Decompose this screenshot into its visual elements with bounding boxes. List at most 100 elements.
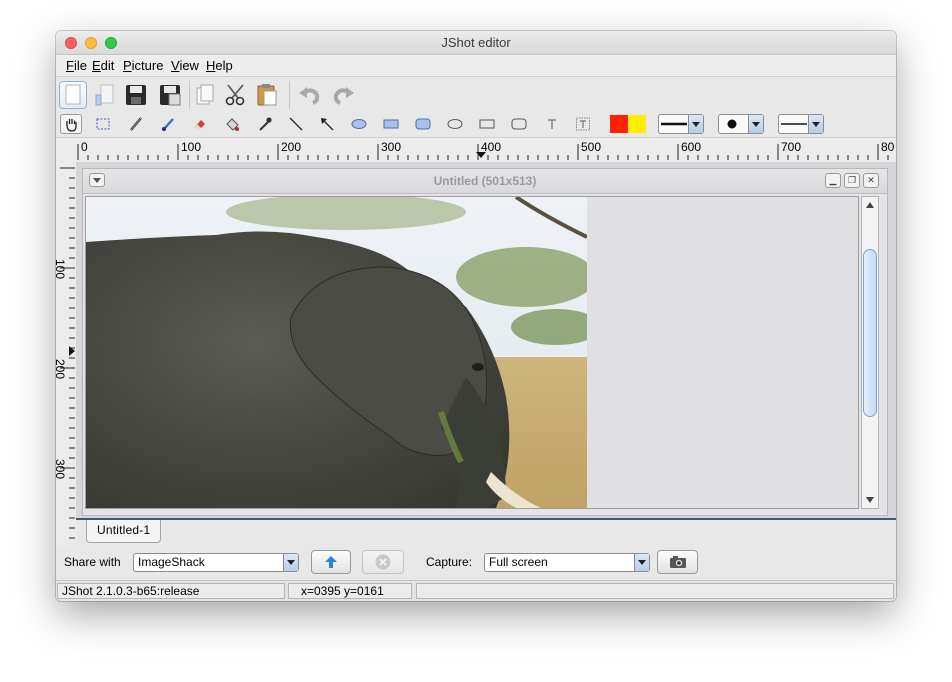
pencil-tool[interactable] (125, 114, 147, 134)
tab-untitled-1[interactable]: Untitled-1 (86, 520, 162, 543)
vertical-scrollbar[interactable] (861, 196, 879, 509)
copy-icon (196, 84, 214, 105)
main-toolbar (56, 77, 896, 111)
undo-button[interactable] (296, 81, 324, 109)
cut-button[interactable] (222, 81, 250, 109)
share-bar: Share with ImageShack Capture: Full scre… (56, 545, 896, 579)
share-with-label: Share with (64, 555, 121, 569)
eraser-tool[interactable] (189, 114, 211, 134)
share-service-value: ImageShack (138, 555, 205, 569)
rectangle-tool[interactable] (476, 114, 498, 134)
arrow-tool[interactable] (316, 114, 338, 134)
drawing-toolbar (56, 111, 896, 138)
jshot-window: JShot editor File Edit Picture View Help (56, 31, 896, 601)
rounded-rect-tool[interactable] (508, 114, 530, 134)
filled-ellipse-icon (351, 119, 367, 129)
text-box-tool[interactable] (572, 114, 594, 134)
line-style-combo[interactable] (778, 114, 824, 134)
document-tabs: Untitled-1 (76, 518, 896, 547)
menu-help[interactable]: Help (206, 58, 233, 73)
eraser-icon (195, 120, 205, 130)
ruler-label: 200 (281, 140, 302, 154)
title-bar: JShot editor (56, 31, 896, 55)
capture-mode-value: Full screen (489, 555, 548, 569)
capture-label: Capture: (426, 555, 473, 569)
new-document-button[interactable] (59, 81, 87, 109)
frame-restore-button[interactable]: ❐ (844, 173, 860, 188)
hand-tool[interactable] (60, 114, 82, 134)
ellipse-tool[interactable] (444, 114, 466, 134)
undo-icon (299, 87, 320, 105)
cancel-upload-button[interactable] (362, 550, 404, 574)
ruler-label: 80 (881, 140, 895, 154)
line-width-combo[interactable] (658, 114, 704, 134)
floppy-disk-icon (126, 85, 146, 105)
redo-button[interactable] (329, 81, 357, 109)
paint-bucket-icon (226, 118, 239, 131)
scroll-down-icon[interactable] (865, 495, 875, 505)
redo-icon (333, 87, 354, 105)
elephant-photo (86, 197, 587, 508)
ruler-label: 600 (681, 140, 702, 154)
clipboard-icon (257, 84, 277, 106)
ruler-label: 300 (381, 140, 402, 154)
menu-view[interactable]: View (171, 58, 199, 73)
copy-button[interactable] (192, 81, 220, 109)
upload-button[interactable] (311, 550, 351, 574)
menu-picture[interactable]: Picture (123, 58, 163, 73)
foreground-color-swatch[interactable] (610, 115, 628, 133)
upload-arrow-icon (325, 556, 337, 568)
menu-edit[interactable]: Edit (92, 58, 114, 73)
document-frame-titlebar: Untitled (501x513) ▁ ❐ ✕ (83, 169, 887, 194)
brush-tool[interactable] (157, 114, 179, 134)
ellipse-icon (447, 119, 463, 129)
save-as-icon (160, 85, 181, 106)
arrow-icon (321, 118, 334, 131)
ruler-label: 700 (781, 140, 802, 154)
filled-rounded-rect-icon (415, 118, 431, 130)
line-style-icon (781, 123, 807, 125)
save-as-button[interactable] (156, 81, 184, 109)
cursor-coordinates: x=0395 y=0161 (288, 583, 412, 599)
scroll-up-icon[interactable] (865, 200, 875, 210)
select-tool[interactable] (92, 114, 114, 134)
camera-icon (669, 556, 686, 568)
save-button[interactable] (122, 81, 150, 109)
paste-button[interactable] (253, 81, 281, 109)
ruler-label: 100 (181, 140, 202, 154)
version-status: JShot 2.1.0.3-b65:release (57, 583, 285, 599)
capture-mode-select[interactable]: Full screen (484, 553, 650, 572)
capture-button[interactable] (657, 550, 698, 574)
document-frame: Untitled (501x513) ▁ ❐ ✕ (82, 168, 888, 516)
scrollbar-thumb[interactable] (863, 249, 877, 417)
rounded-rect-icon (511, 118, 527, 130)
filled-ellipse-tool[interactable] (348, 114, 370, 134)
share-service-select[interactable]: ImageShack (133, 553, 299, 572)
open-page-icon (95, 84, 114, 106)
filled-rounded-rect-tool[interactable] (412, 114, 434, 134)
menu-bar: File Edit Picture View Help (56, 55, 896, 77)
cancel-icon (375, 554, 391, 570)
ruler-label: 400 (481, 140, 502, 154)
filled-rectangle-tool[interactable] (380, 114, 402, 134)
frame-close-button[interactable]: ✕ (863, 173, 879, 188)
document-title: Untitled (501x513) (433, 174, 537, 188)
chevron-down-icon (283, 554, 298, 571)
text-icon (548, 119, 556, 129)
scissors-icon (225, 84, 245, 106)
toolbar-separator (289, 81, 290, 109)
new-page-icon (65, 84, 81, 105)
color-picker-tool[interactable] (254, 114, 276, 134)
ruler-label: 0 (81, 140, 88, 154)
open-button[interactable] (92, 81, 120, 109)
fill-tool[interactable] (221, 114, 243, 134)
text-tool[interactable] (541, 114, 563, 134)
point-size-combo[interactable] (718, 114, 764, 134)
image-canvas[interactable] (85, 196, 859, 509)
menu-file[interactable]: File (66, 58, 87, 73)
line-tool[interactable] (285, 114, 307, 134)
ruler-label: 500 (581, 140, 602, 154)
frame-minimize-button[interactable]: ▁ (825, 173, 841, 188)
ruler-label: 100 (56, 258, 68, 280)
background-color-swatch[interactable] (628, 115, 646, 133)
